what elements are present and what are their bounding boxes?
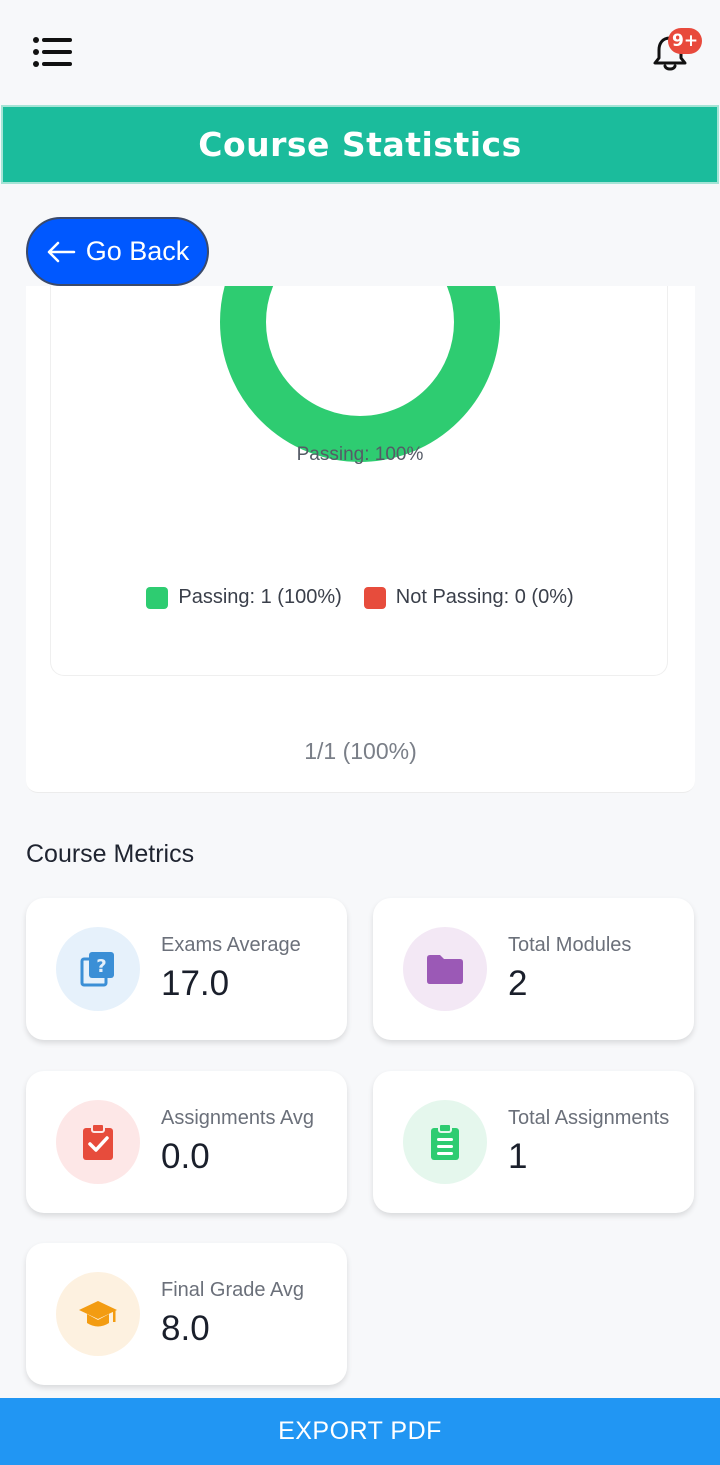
clipboard-check-icon <box>56 1100 140 1184</box>
metric-label: Total Modules <box>508 934 632 956</box>
legend-swatch-passing <box>146 586 169 609</box>
metric-label: Final Grade Avg <box>161 1279 305 1301</box>
metric-label: Exams Average <box>161 934 301 956</box>
clipboard-list-icon <box>403 1100 487 1184</box>
metric-card-total-modules[interactable]: Total Modules 2 <box>373 898 694 1040</box>
slice-label: Passing: 100% <box>296 444 424 465</box>
export-pdf-button[interactable]: EXPORT PDF <box>0 1398 720 1465</box>
pass-summary: 1/1 (100%) <box>304 738 417 764</box>
go-back-label: Go Back <box>85 236 190 266</box>
metric-value: 2 <box>508 964 528 1003</box>
page-title: Course Statistics <box>198 125 522 164</box>
graduation-cap-icon <box>56 1272 140 1356</box>
quiz-icon: ? <box>56 927 140 1011</box>
svg-text:?: ? <box>96 956 106 977</box>
menu-list-icon[interactable] <box>28 30 76 74</box>
legend-label-passing: Passing: 1 (100%) <box>178 586 342 608</box>
legend-item-passing[interactable]: Passing: 1 (100%) <box>146 586 342 609</box>
notification-badge: 9+ <box>668 28 703 54</box>
legend-swatch-not-passing <box>363 586 386 609</box>
folder-icon <box>403 927 487 1011</box>
metric-card-exams-average[interactable]: ? Exams Average 17.0 <box>26 898 347 1040</box>
metric-value: 17.0 <box>161 964 230 1003</box>
chart-card: Passing: 100% Passing: 1 (100%) Not Pass… <box>26 286 695 793</box>
legend-item-not-passing[interactable]: Not Passing: 0 (0%) <box>363 586 574 609</box>
chart-legend: Passing: 1 (100%) Not Passing: 0 (0%) <box>51 586 669 609</box>
metric-value: 8.0 <box>161 1309 210 1348</box>
metric-card-final-grade-avg[interactable]: Final Grade Avg 8.0 <box>26 1243 347 1385</box>
metric-value: 0.0 <box>161 1137 210 1176</box>
arrow-left-icon <box>47 241 75 262</box>
pie-chart: Passing: 100% Passing: 1 (100%) Not Pass… <box>50 286 668 676</box>
top-bar: 9+ <box>0 0 720 104</box>
metric-label: Assignments Avg <box>161 1107 315 1129</box>
notification-button[interactable]: 9+ <box>650 28 703 78</box>
course-metrics-title: Course Metrics <box>26 840 195 868</box>
metric-card-total-assignments[interactable]: Total Assignments 1 <box>373 1071 694 1213</box>
go-back-button[interactable]: Go Back <box>26 217 209 286</box>
title-banner: Course Statistics <box>1 105 719 184</box>
donut-slice-passing[interactable] <box>220 286 500 462</box>
metric-card-assignments-avg[interactable]: Assignments Avg 0.0 <box>26 1071 347 1213</box>
pie-chart-svg <box>220 286 500 462</box>
metric-value: 1 <box>508 1137 528 1176</box>
metric-label: Total Assignments <box>508 1107 670 1129</box>
legend-label-not-passing: Not Passing: 0 (0%) <box>395 586 574 608</box>
